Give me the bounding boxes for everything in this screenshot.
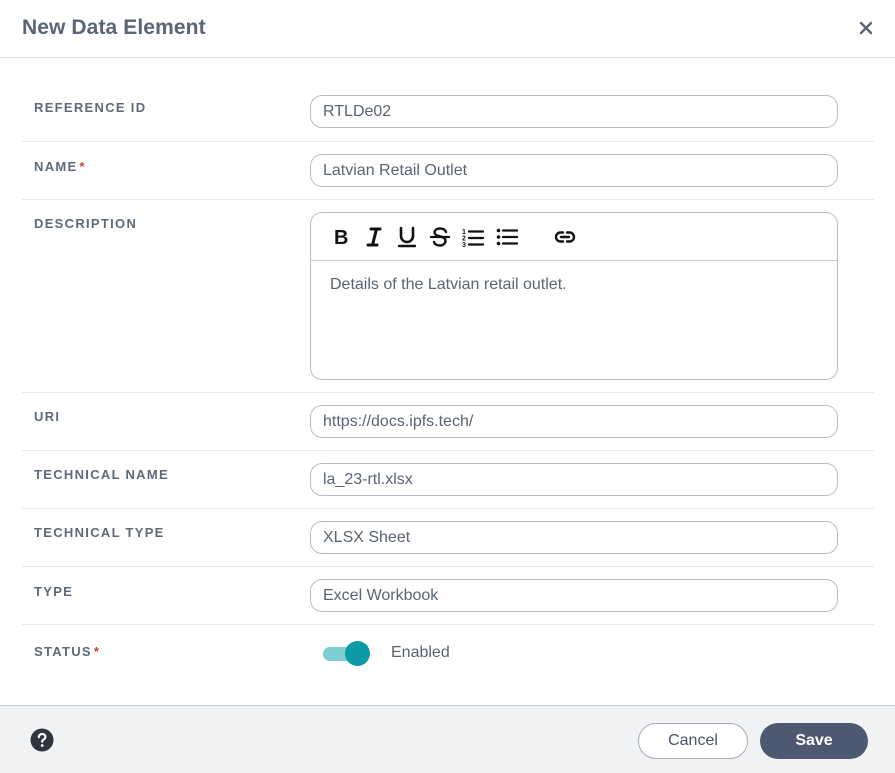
- dialog-header: New Data Element: [0, 0, 895, 58]
- underline-icon[interactable]: [395, 225, 419, 249]
- technical-type-label: TECHNICAL TYPE: [34, 525, 165, 540]
- status-value: Enabled: [391, 644, 450, 661]
- svg-text:3: 3: [462, 242, 466, 249]
- uri-input[interactable]: [310, 405, 838, 438]
- help-circle-icon[interactable]: [30, 728, 54, 752]
- cancel-button[interactable]: Cancel: [638, 723, 748, 759]
- ordered-list-icon[interactable]: 123: [461, 225, 485, 249]
- strikethrough-icon[interactable]: [428, 225, 452, 249]
- dialog-footer: Cancel Save: [0, 705, 895, 773]
- svg-text:B: B: [334, 227, 348, 249]
- type-row: TYPE: [22, 567, 874, 625]
- new-data-element-dialog: New Data Element REFERENCE ID NAME* DESC…: [0, 0, 895, 773]
- status-row: STATUS * Enabled: [22, 625, 874, 685]
- reference-id-label: REFERENCE ID: [34, 100, 147, 115]
- close-icon[interactable]: [855, 16, 877, 40]
- type-input[interactable]: [310, 579, 838, 612]
- description-row: DESCRIPTION B 123 Details of the Latvian…: [22, 200, 874, 393]
- description-text[interactable]: Details of the Latvian retail outlet.: [330, 276, 567, 294]
- status-label: STATUS *: [34, 644, 99, 659]
- description-label: DESCRIPTION: [34, 216, 138, 231]
- save-button[interactable]: Save: [760, 723, 868, 759]
- bullet-list-icon[interactable]: [495, 225, 519, 249]
- toggle-knob: [345, 641, 370, 666]
- name-row: NAME *: [22, 142, 874, 200]
- technical-type-row: TECHNICAL TYPE: [22, 509, 874, 567]
- required-marker: *: [79, 159, 85, 174]
- type-label: TYPE: [34, 584, 74, 599]
- status-toggle[interactable]: [323, 641, 371, 667]
- technical-name-input[interactable]: [310, 463, 838, 496]
- link-icon[interactable]: [553, 225, 577, 249]
- italic-icon[interactable]: [362, 225, 386, 249]
- name-label: NAME *: [34, 159, 85, 174]
- description-editor[interactable]: B 123 Details of the Latvian retail outl…: [310, 212, 838, 380]
- technical-name-label: TECHNICAL NAME: [34, 467, 169, 482]
- bold-icon[interactable]: B: [329, 225, 353, 249]
- editor-toolbar: B 123: [311, 213, 837, 261]
- required-marker: *: [93, 644, 99, 659]
- technical-name-row: TECHNICAL NAME: [22, 451, 874, 509]
- uri-row: URI: [22, 393, 874, 451]
- dialog-title: New Data Element: [22, 16, 206, 39]
- technical-type-input[interactable]: [310, 521, 838, 554]
- reference-id-input[interactable]: [310, 95, 838, 128]
- uri-label: URI: [34, 409, 61, 424]
- name-input[interactable]: [310, 154, 838, 187]
- reference-id-row: REFERENCE ID: [22, 84, 874, 142]
